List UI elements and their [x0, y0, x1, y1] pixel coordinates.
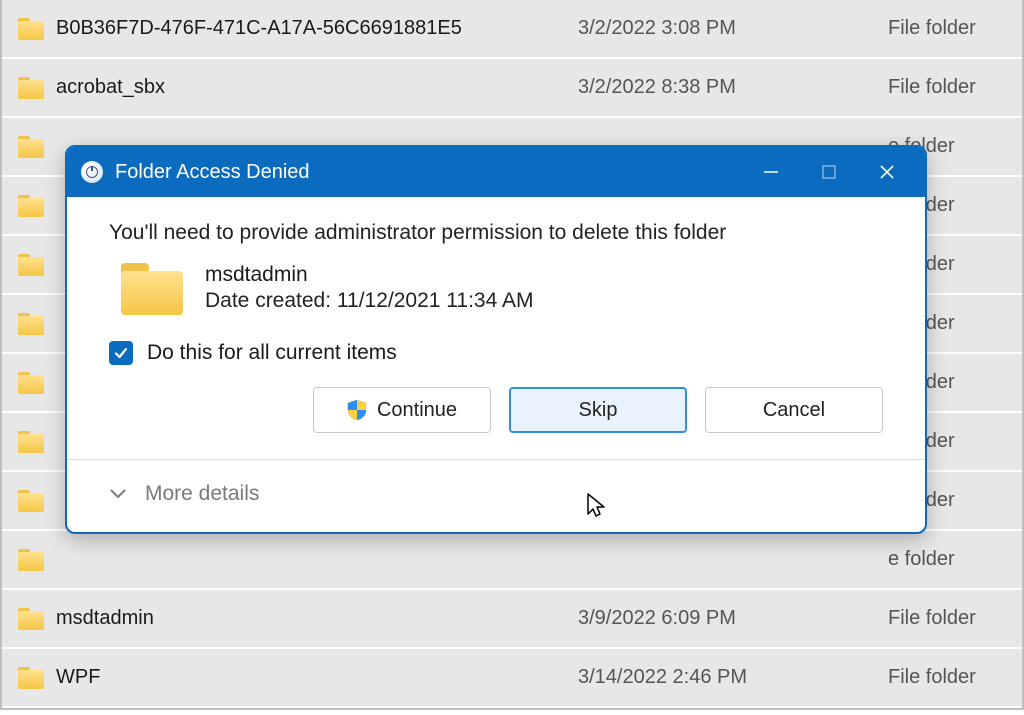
close-button[interactable]: [859, 152, 915, 192]
folder-icon: [18, 195, 44, 217]
file-row[interactable]: B0B36F7D-476F-471C-A17A-56C6691881E5 3/2/…: [2, 0, 1022, 59]
file-type: e folder: [888, 548, 1022, 571]
more-details-label: More details: [145, 482, 259, 506]
do-for-all-label: Do this for all current items: [147, 341, 397, 365]
target-meta: Date created: 11/12/2021 11:34 AM: [205, 289, 533, 313]
target-info: msdtadmin Date created: 11/12/2021 11:34…: [205, 263, 533, 313]
maximize-button[interactable]: [801, 152, 857, 192]
file-date: 3/2/2022 8:38 PM: [578, 76, 888, 99]
file-type: File folder: [888, 76, 1022, 99]
file-name: acrobat_sbx: [56, 76, 165, 99]
dialog-title: Folder Access Denied: [115, 161, 743, 184]
dialog-target: msdtadmin Date created: 11/12/2021 11:34…: [109, 263, 883, 315]
cancel-button-label: Cancel: [763, 399, 825, 422]
folder-icon: [121, 263, 183, 315]
folder-icon: [18, 431, 44, 453]
do-for-all-checkbox[interactable]: [109, 341, 133, 365]
folder-icon: [18, 18, 44, 40]
file-row[interactable]: WPF 3/14/2022 2:46 PMFile folder: [2, 649, 1022, 708]
file-name: msdtadmin: [56, 607, 154, 630]
continue-button[interactable]: Continue: [313, 387, 491, 433]
file-name: WPF: [56, 666, 100, 689]
skip-button-label: Skip: [579, 399, 618, 422]
minimize-button[interactable]: [743, 152, 799, 192]
cancel-button[interactable]: Cancel: [705, 387, 883, 433]
continue-button-label: Continue: [377, 399, 457, 422]
folder-access-denied-dialog: Folder Access Denied You'll need to prov…: [65, 145, 927, 534]
folder-icon: [18, 490, 44, 512]
folder-icon: [18, 608, 44, 630]
file-date: 3/9/2022 6:09 PM: [578, 607, 888, 630]
file-type: File folder: [888, 17, 1022, 40]
folder-icon: [18, 549, 44, 571]
folder-icon: [18, 313, 44, 335]
chevron-down-icon: [109, 488, 127, 500]
file-date: 3/14/2022 2:46 PM: [578, 666, 888, 689]
folder-icon: [18, 254, 44, 276]
file-row[interactable]: acrobat_sbx 3/2/2022 8:38 PMFile folder: [2, 59, 1022, 118]
folder-icon: [18, 372, 44, 394]
dialog-titlebar[interactable]: Folder Access Denied: [67, 147, 925, 197]
file-name: B0B36F7D-476F-471C-A17A-56C6691881E5: [56, 17, 462, 40]
target-name: msdtadmin: [205, 263, 533, 287]
clock-icon: [81, 161, 103, 183]
file-row[interactable]: msdtadmin 3/9/2022 6:09 PMFile folder: [2, 590, 1022, 649]
file-type: File folder: [888, 666, 1022, 689]
dialog-body: You'll need to provide administrator per…: [67, 197, 925, 459]
window-controls: [743, 152, 915, 192]
skip-button[interactable]: Skip: [509, 387, 687, 433]
folder-icon: [18, 136, 44, 158]
uac-shield-icon: [347, 399, 367, 421]
file-row[interactable]: e folder: [2, 531, 1022, 590]
file-type: File folder: [888, 607, 1022, 630]
more-details-toggle[interactable]: More details: [67, 460, 925, 532]
folder-icon: [18, 667, 44, 689]
dialog-message: You'll need to provide administrator per…: [109, 221, 883, 245]
folder-icon: [18, 77, 44, 99]
do-for-all-row[interactable]: Do this for all current items: [109, 341, 883, 365]
file-date: 3/2/2022 3:08 PM: [578, 17, 888, 40]
dialog-buttons: Continue Skip Cancel: [109, 387, 883, 451]
